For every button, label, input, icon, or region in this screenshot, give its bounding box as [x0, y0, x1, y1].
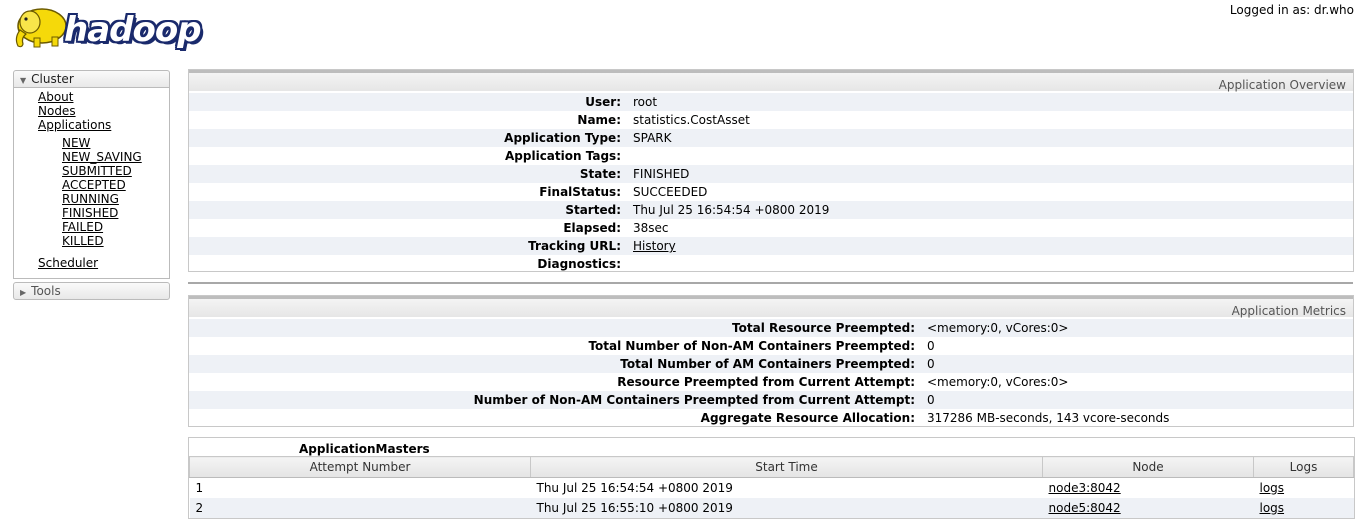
overview-key: User:	[585, 95, 621, 109]
metrics-row: Number of Non-AM Containers Preempted fr…	[189, 391, 1353, 409]
section-divider	[188, 282, 1353, 284]
nav-tools-header[interactable]: ▶ Tools	[13, 282, 170, 300]
nav-state-new[interactable]: NEW	[14, 136, 169, 150]
metrics-row: Aggregate Resource Allocation: 317286 MB-…	[189, 409, 1353, 427]
attempt-number: 1	[189, 477, 531, 498]
metrics-key: Number of Non-AM Containers Preempted fr…	[473, 393, 915, 407]
start-time: Thu Jul 25 16:55:10 +0800 2019	[530, 498, 1043, 518]
metrics-row: Total Resource Preempted: <memory:0, vCor…	[189, 319, 1353, 337]
elephant-icon	[15, 8, 67, 48]
nav-link-scheduler[interactable]: Scheduler	[14, 256, 169, 270]
overview-key: Application Tags:	[505, 149, 621, 163]
table-row: 1 Thu Jul 25 16:54:54 +0800 2019 node3:8…	[189, 477, 1354, 498]
overview-row: Application Type: SPARK	[189, 129, 1353, 147]
overview-key: Application Type:	[504, 131, 621, 145]
metrics-value: <memory:0, vCores:0>	[927, 321, 1069, 335]
triangle-down-icon: ▼	[20, 76, 27, 85]
overview-key: State:	[579, 167, 621, 181]
metrics-row: Total Number of Non-AM Containers Preemp…	[189, 337, 1353, 355]
overview-title: Application Overview	[189, 70, 1353, 92]
nav-link-nodes[interactable]: Nodes	[14, 104, 169, 118]
metrics-key: Total Resource Preempted:	[732, 321, 915, 335]
nav-state-running[interactable]: RUNNING	[14, 192, 169, 206]
overview-key: Name:	[577, 113, 621, 127]
logs-link[interactable]: logs	[1260, 481, 1285, 495]
overview-row: Name: statistics.CostAsset	[189, 111, 1353, 129]
nav-state-submitted[interactable]: SUBMITTED	[14, 164, 169, 178]
nav-cluster-header[interactable]: ▼ Cluster	[13, 70, 170, 88]
nav-link-applications[interactable]: Applications	[14, 118, 169, 132]
overview-value	[633, 147, 1353, 165]
metrics-value: 317286 MB-seconds, 143 vcore-seconds	[927, 411, 1170, 425]
nav-cluster-body: About Nodes Applications NEW NEW_SAVING …	[13, 88, 170, 279]
metrics-row: Resource Preempted from Current Attempt:…	[189, 373, 1353, 391]
metrics-title: Application Metrics	[189, 296, 1353, 318]
overview-value: Thu Jul 25 16:54:54 +0800 2019	[633, 203, 830, 217]
overview-row: State: FINISHED	[189, 165, 1353, 183]
column-header-attempt[interactable]: Attempt Number	[189, 456, 531, 478]
node-link[interactable]: node5:8042	[1049, 501, 1121, 515]
nav-tools-label: Tools	[31, 284, 61, 298]
nav-link-about[interactable]: About	[14, 90, 169, 104]
table-row: 2 Thu Jul 25 16:55:10 +0800 2019 node5:8…	[189, 498, 1354, 518]
nav-state-finished[interactable]: FINISHED	[14, 206, 169, 220]
column-header-start-time[interactable]: Start Time	[530, 456, 1043, 478]
overview-value	[633, 255, 1353, 273]
overview-row: Diagnostics:	[189, 255, 1353, 273]
overview-row: Tracking URL: History	[189, 237, 1353, 255]
overview-key: Elapsed:	[563, 221, 621, 235]
overview-key: Diagnostics:	[537, 257, 621, 271]
start-time: Thu Jul 25 16:54:54 +0800 2019	[530, 477, 1043, 498]
metrics-value: 0	[927, 393, 935, 407]
nav-state-accepted[interactable]: ACCEPTED	[14, 178, 169, 192]
application-masters-table: ApplicationMasters Attempt Number Start …	[188, 437, 1355, 519]
metrics-value: <memory:0, vCores:0>	[927, 375, 1069, 389]
overview-key: FinalStatus:	[539, 185, 621, 199]
overview-value: SPARK	[633, 131, 672, 145]
overview-row: FinalStatus: SUCCEEDED	[189, 183, 1353, 201]
metrics-value: 0	[927, 339, 935, 353]
metrics-key: Aggregate Resource Allocation:	[700, 411, 915, 425]
nav-state-new-saving[interactable]: NEW_SAVING	[14, 150, 169, 164]
logged-in-user: Logged in as: dr.who	[1229, 3, 1354, 17]
column-header-logs[interactable]: Logs	[1253, 456, 1354, 478]
hadoop-logo[interactable]: hadoop	[12, 4, 217, 54]
logo-wordmark: hadoop	[64, 10, 202, 50]
node-link[interactable]: node3:8042	[1049, 481, 1121, 495]
attempt-number: 2	[189, 498, 531, 518]
overview-value: FINISHED	[633, 167, 690, 181]
metrics-key: Resource Preempted from Current Attempt:	[617, 375, 915, 389]
overview-value: root	[633, 95, 658, 109]
sidebar-nav: ▼ Cluster About Nodes Applications NEW NE…	[13, 70, 170, 300]
overview-row: Application Tags:	[189, 147, 1353, 165]
metrics-key: Total Number of Non-AM Containers Preemp…	[588, 339, 915, 353]
overview-row: User: root	[189, 93, 1353, 111]
overview-row: Started: Thu Jul 25 16:54:54 +0800 2019	[189, 201, 1353, 219]
overview-row: Elapsed: 38sec	[189, 219, 1353, 237]
overview-value: 38sec	[633, 221, 669, 235]
overview-value: statistics.CostAsset	[633, 113, 750, 127]
tracking-url-link[interactable]: History	[633, 239, 676, 253]
overview-value: SUCCEEDED	[633, 185, 708, 199]
metrics-key: Total Number of AM Containers Preempted:	[620, 357, 915, 371]
overview-key: Started:	[565, 203, 621, 217]
metrics-row: Total Number of AM Containers Preempted:…	[189, 355, 1353, 373]
nav-state-failed[interactable]: FAILED	[14, 220, 169, 234]
masters-caption: ApplicationMasters	[299, 442, 430, 456]
column-header-node[interactable]: Node	[1042, 456, 1254, 478]
application-metrics-panel: Application Metrics Total Resource Preem…	[188, 295, 1354, 427]
application-overview-panel: Application Overview User: root Name: stat…	[188, 69, 1354, 272]
nav-state-killed[interactable]: KILLED	[14, 234, 169, 248]
metrics-value: 0	[927, 357, 935, 371]
overview-key: Tracking URL:	[528, 239, 621, 253]
nav-cluster-label: Cluster	[31, 72, 74, 86]
logs-link[interactable]: logs	[1260, 501, 1285, 515]
triangle-right-icon: ▶	[20, 288, 27, 297]
